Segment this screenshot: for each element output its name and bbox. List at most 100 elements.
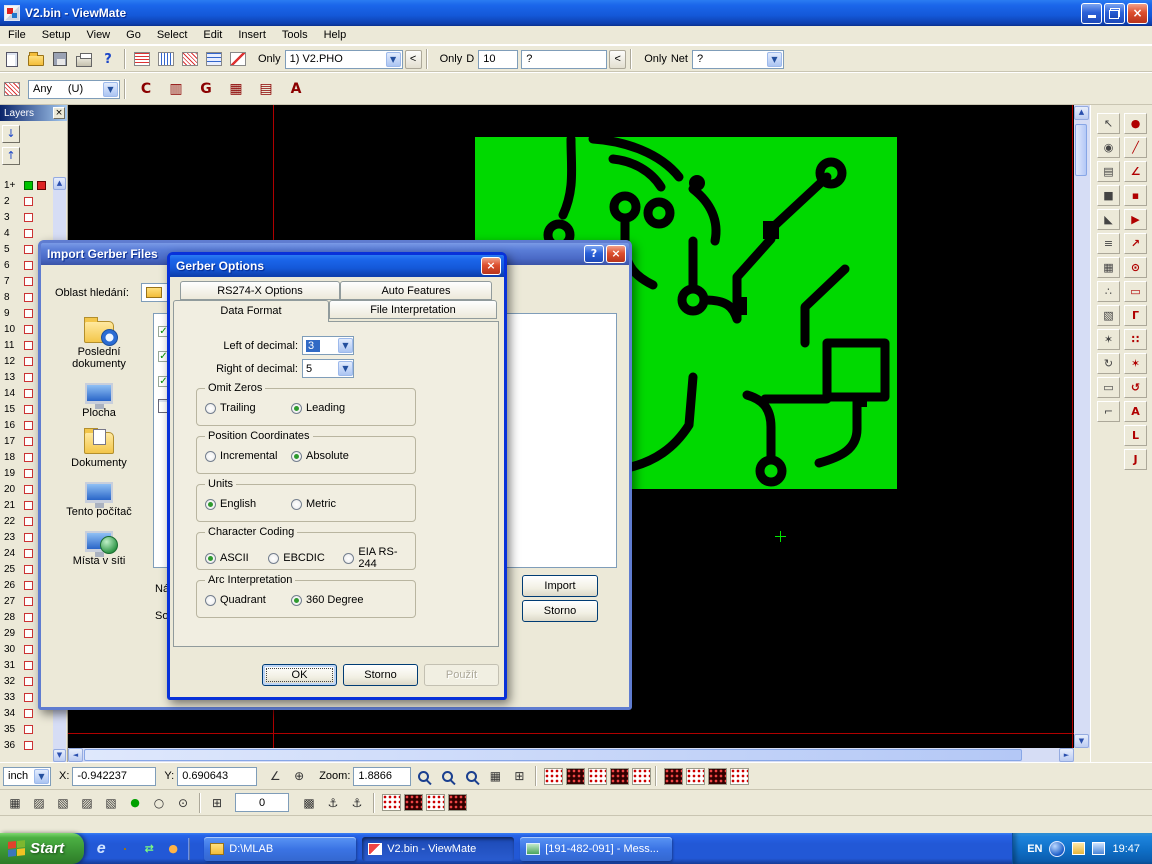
edit-tool-icon[interactable]: ▦ [1097, 257, 1120, 278]
film-settings-icon[interactable] [178, 48, 202, 70]
tab-rs274x-options[interactable]: RS274-X Options [180, 281, 340, 300]
layer-color-chip[interactable] [24, 357, 33, 366]
rotation-field[interactable]: 0 [235, 793, 289, 812]
selection-tool-icon[interactable]: ▤ [254, 78, 278, 100]
film-pattern-icon[interactable] [632, 768, 651, 785]
only-net-toggle[interactable]: Only [644, 53, 667, 65]
layer-row[interactable]: 4 [0, 225, 55, 241]
net-filter-combo[interactable]: ? ▼ [692, 50, 784, 69]
layer-color-chip[interactable] [24, 453, 33, 462]
taskbar-task-viewmate[interactable]: V2.bin - ViewMate [362, 837, 514, 861]
edit-tool-icon[interactable]: ■ [1097, 185, 1120, 206]
draw-tool-icon[interactable]: A [1124, 401, 1147, 422]
dcode-filter-field[interactable]: ? [521, 50, 607, 69]
edit-tool-icon[interactable]: ▤ [1097, 161, 1120, 182]
edit-tool-icon[interactable]: ≡ [1097, 233, 1120, 254]
draw-tool-icon[interactable]: ↗ [1124, 233, 1147, 254]
anchor-tool-icon[interactable]: ⚓ [321, 792, 345, 814]
layer-color-chip[interactable] [24, 325, 33, 334]
only-dcode-toggle[interactable]: Only [440, 53, 463, 65]
layer-color-chip[interactable] [24, 309, 33, 318]
close-icon[interactable]: × [481, 257, 501, 275]
layer-color-chip[interactable] [24, 741, 33, 750]
clock[interactable]: 19:47 [1112, 843, 1140, 855]
restore-button[interactable] [1104, 3, 1125, 24]
shape-tool-icon[interactable]: ⊙ [171, 792, 195, 814]
edit-tool-icon[interactable]: ▧ [1097, 305, 1120, 326]
tray-icon[interactable] [1092, 842, 1105, 855]
select-mode-icon[interactable] [0, 78, 24, 100]
minimize-button[interactable] [1081, 3, 1102, 24]
layer-color-chip[interactable] [24, 693, 33, 702]
edit-tool-icon[interactable]: ∴ [1097, 281, 1120, 302]
draw-tool-icon[interactable]: ▶ [1124, 209, 1147, 230]
selection-tool-icon[interactable]: G [194, 78, 218, 100]
layer-color-chip[interactable] [24, 485, 33, 494]
status-led-icon[interactable]: ● [123, 792, 147, 814]
menu-item[interactable]: Go [118, 27, 149, 43]
film-pattern-icon[interactable] [448, 794, 467, 811]
hatch-style-icon[interactable]: ▧ [99, 792, 123, 814]
place-network[interactable]: Místa v síti [53, 531, 145, 567]
layer-color-chip[interactable] [24, 725, 33, 734]
menu-item[interactable]: Setup [34, 27, 79, 43]
film-pattern-icon[interactable] [382, 794, 401, 811]
ok-button[interactable]: OK [262, 664, 337, 686]
layer-color-chip[interactable] [24, 581, 33, 590]
chevron-down-icon[interactable]: ▼ [767, 52, 782, 67]
grid-tool-icon[interactable]: ▦ [483, 765, 507, 787]
layers-panel-titlebar[interactable]: Layers × [0, 105, 67, 121]
tab-data-format[interactable]: Data Format [173, 300, 329, 322]
scrollbar-thumb[interactable] [1075, 124, 1087, 176]
radio-english[interactable]: English [205, 498, 291, 510]
menu-item[interactable]: Edit [195, 27, 230, 43]
draw-tool-icon[interactable]: ▪ [1124, 185, 1147, 206]
browser-shortcut-icon[interactable]: ● [164, 840, 182, 858]
film-pattern-icon[interactable] [730, 768, 749, 785]
radio-incremental[interactable]: Incremental [205, 450, 291, 462]
zoom-in-icon[interactable] [411, 765, 435, 787]
hatch-style-icon[interactable]: ▨ [75, 792, 99, 814]
draw-tool-icon[interactable]: Γ [1124, 305, 1147, 326]
edit-tool-icon[interactable]: ⌐ [1097, 401, 1120, 422]
scroll-up-icon[interactable]: ▲ [53, 177, 66, 190]
close-icon[interactable]: × [53, 107, 65, 119]
draw-tool-icon[interactable]: ● [1124, 113, 1147, 134]
edit-tool-icon[interactable]: ◣ [1097, 209, 1120, 230]
layer-color-chip[interactable] [24, 229, 33, 238]
cancel-button[interactable]: Storno [343, 664, 418, 686]
zoom-field[interactable]: 1.8866 [353, 767, 411, 786]
menu-item[interactable]: File [0, 27, 34, 43]
film-pattern-icon[interactable] [426, 794, 445, 811]
taskbar-task-mlab[interactable]: D:\MLAB [204, 837, 356, 861]
place-desktop[interactable]: Plocha [53, 383, 145, 419]
film-pattern-icon[interactable] [664, 768, 683, 785]
open-file-icon[interactable] [24, 48, 48, 70]
layer-color-chip[interactable] [24, 517, 33, 526]
tab-auto-features[interactable]: Auto Features [340, 281, 492, 300]
layer-table-icon[interactable] [202, 48, 226, 70]
edit-tool-icon[interactable]: ◉ [1097, 137, 1120, 158]
aperture-table-icon[interactable] [130, 48, 154, 70]
radio-ebcdic[interactable]: EBCDIC [268, 552, 343, 564]
prev-layer-button[interactable]: < [405, 50, 422, 69]
radio-eia-rs244[interactable]: EIA RS-244 [343, 546, 415, 570]
menu-item[interactable]: View [78, 27, 118, 43]
film-pattern-icon[interactable] [686, 768, 705, 785]
measure-icon[interactable] [226, 48, 250, 70]
selection-tool-icon[interactable]: ▦ [224, 78, 248, 100]
layer-color-chip[interactable] [24, 597, 33, 606]
layer-color-chip[interactable] [24, 293, 33, 302]
radio-absolute[interactable]: Absolute [291, 450, 349, 462]
table-icon[interactable]: ⊞ [205, 792, 229, 814]
save-icon[interactable] [48, 48, 72, 70]
language-indicator[interactable]: EN [1027, 843, 1042, 855]
close-button[interactable]: × [1127, 3, 1148, 24]
menu-item[interactable]: Select [149, 27, 196, 43]
menu-item[interactable]: Help [316, 27, 355, 43]
canvas-horizontal-scrollbar[interactable]: ◄ ► [68, 748, 1074, 762]
grid-tool-icon[interactable]: ⊞ [507, 765, 531, 787]
start-button[interactable]: Start [0, 833, 84, 864]
dot-grid-icon[interactable]: ▩ [297, 792, 321, 814]
layer-row[interactable]: 3 [0, 209, 55, 225]
